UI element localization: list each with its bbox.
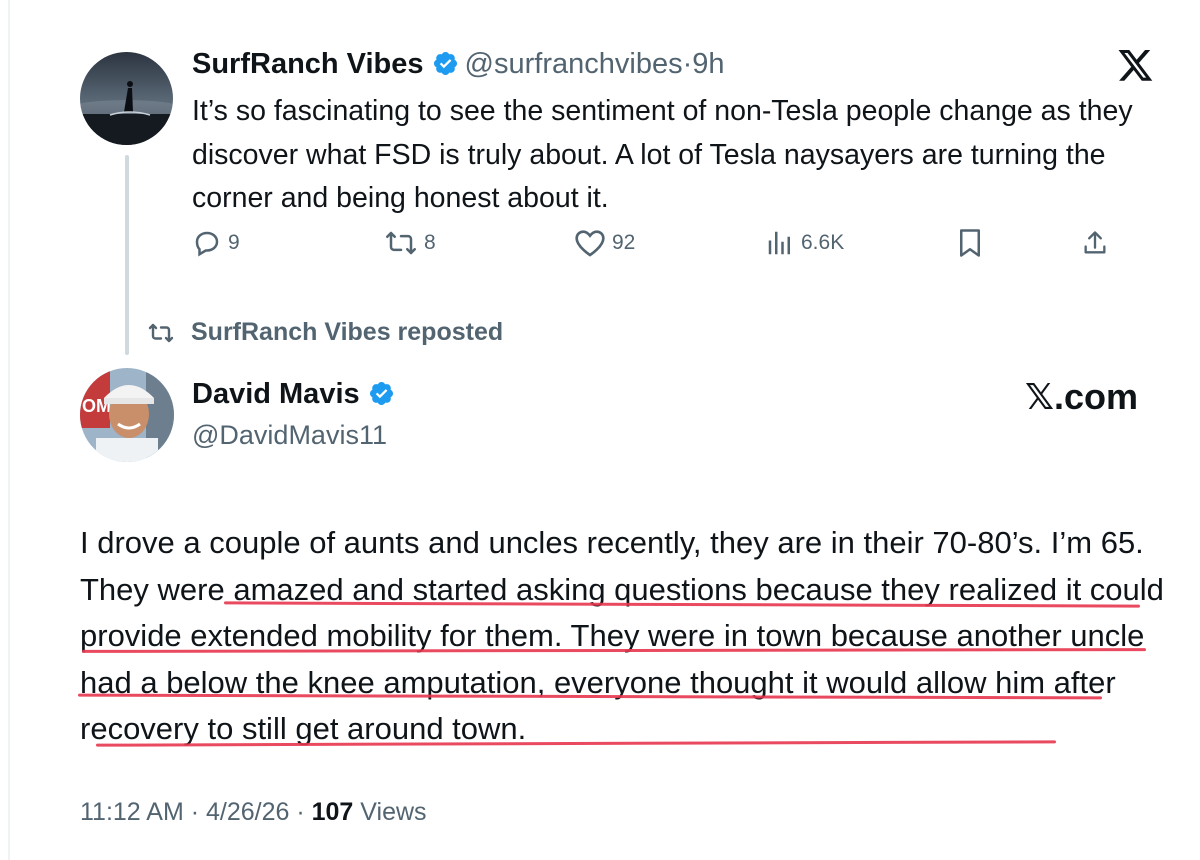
reply-icon: [195, 231, 219, 257]
views-count: 107: [311, 798, 354, 826]
views-label: Views: [353, 798, 427, 826]
repost-icon: [148, 323, 174, 342]
tweet-text: It’s so fascinating to see the sentiment…: [192, 95, 1133, 214]
tweet-header: SurfRanch Vibes @surfranchvibes·9h: [192, 48, 725, 82]
repost-button[interactable]: 8: [384, 228, 436, 258]
x-com-watermark: 𝕏.com: [1024, 376, 1138, 417]
author-name[interactable]: SurfRanch Vibes: [192, 48, 424, 80]
reply-button[interactable]: 9: [192, 228, 240, 258]
timestamp[interactable]: 11:12 AM · 4/26/26 ·: [80, 798, 312, 826]
bookmark-button[interactable]: [957, 228, 983, 258]
tweet-actions-bar: 9 8 92 6.6K: [0, 228, 1200, 268]
repost-notice[interactable]: SurfRanch Vibes reposted: [147, 318, 503, 347]
share-button[interactable]: [1081, 228, 1109, 258]
tweet-header: David Mavis: [192, 378, 401, 412]
post-age[interactable]: 9h: [692, 48, 724, 80]
like-count: 92: [612, 231, 636, 254]
tweet-metadata: 11:12 AM · 4/26/26 · 107 Views: [80, 798, 427, 827]
reply-count: 9: [228, 231, 240, 254]
avatar[interactable]: OM: [80, 368, 174, 462]
view-count: 6.6K: [801, 231, 845, 254]
left-border: [8, 0, 10, 860]
verified-badge-icon: [432, 50, 459, 82]
repost-icon: [386, 231, 416, 255]
dot-separator: ·: [682, 48, 693, 80]
author-name[interactable]: David Mavis: [192, 378, 360, 410]
views-button[interactable]: 6.6K: [765, 228, 844, 258]
tweet-text: I drove a couple of aunts and uncles rec…: [80, 525, 1164, 746]
author-handle[interactable]: @surfranchvibes: [465, 48, 683, 80]
author-handle[interactable]: @DavidMavis11: [192, 420, 387, 451]
analytics-icon: [768, 231, 790, 255]
bookmark-icon: [960, 229, 980, 257]
heart-icon: [575, 230, 605, 257]
avatar[interactable]: [80, 52, 173, 145]
like-button[interactable]: 92: [574, 228, 635, 258]
repost-count: 8: [424, 231, 436, 254]
repost-notice-text: SurfRanch Vibes reposted: [191, 318, 504, 346]
verified-badge-icon: [368, 380, 395, 412]
x-logo-icon[interactable]: [1118, 50, 1154, 87]
share-icon: [1084, 231, 1106, 254]
